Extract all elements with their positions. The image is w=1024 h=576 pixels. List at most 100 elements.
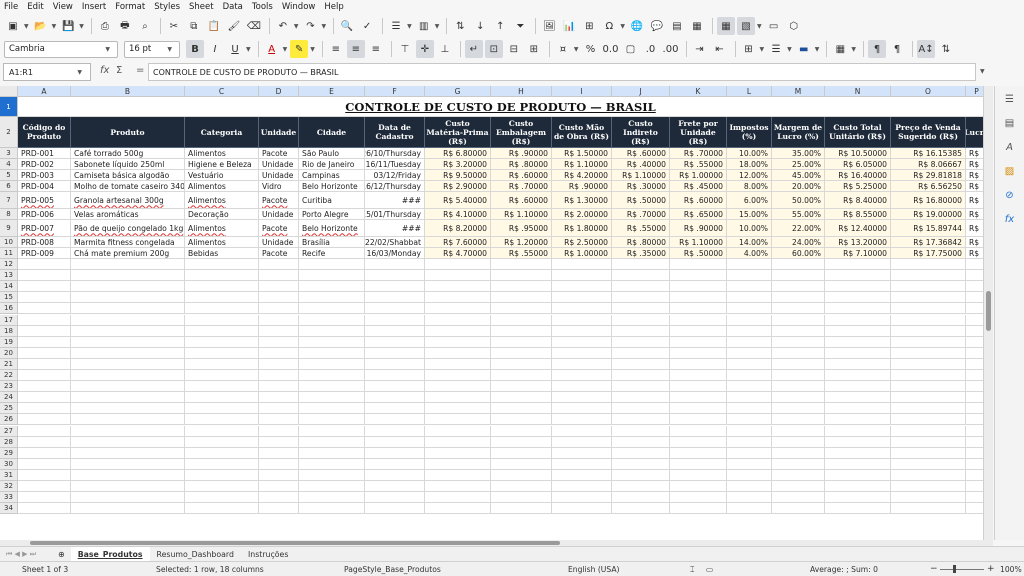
empty-cell[interactable] [491, 292, 552, 304]
column-title[interactable]: Custo Matéria-Prima (R$) [425, 117, 491, 148]
table-cell[interactable]: Granola artesanal 300g [71, 192, 185, 209]
table-cell[interactable]: 20.00% [772, 181, 825, 192]
align-left-icon[interactable]: ≡ [327, 40, 345, 58]
empty-cell[interactable] [552, 281, 612, 293]
table-cell[interactable]: R$ .55000 [612, 220, 670, 237]
empty-cell[interactable] [552, 347, 612, 359]
table-cell[interactable]: R$ 10.50000 [825, 148, 891, 159]
highlight-dropdown-icon[interactable]: ▼ [310, 46, 315, 53]
empty-cell[interactable] [259, 358, 299, 370]
table-cell[interactable]: Belo Horizonte [299, 181, 365, 192]
table-cell[interactable]: Rio de Janeiro [299, 159, 365, 170]
increase-indent-icon[interactable]: ⇥ [691, 40, 709, 58]
empty-cell[interactable] [727, 314, 772, 326]
table-cell[interactable]: R$ 19.00000 [891, 209, 966, 220]
empty-cell[interactable] [491, 481, 552, 493]
table-cell[interactable]: R$ 1.10000 [670, 237, 727, 248]
table-cell[interactable]: 6.00% [727, 192, 772, 209]
table-cell[interactable]: R$ 15.89744 [891, 220, 966, 237]
row-header[interactable]: 28 [0, 436, 18, 448]
empty-cell[interactable] [185, 447, 259, 459]
empty-cell[interactable] [425, 469, 491, 481]
empty-cell[interactable] [185, 325, 259, 337]
table-cell[interactable]: Pacote [259, 248, 299, 259]
table-cell[interactable]: R$ .45000 [670, 181, 727, 192]
table-cell[interactable]: R$ .50000 [670, 248, 727, 259]
empty-cell[interactable] [259, 469, 299, 481]
table-cell[interactable]: Sabonete líquido 250ml [71, 159, 185, 170]
table-cell[interactable]: Alimentos [185, 192, 259, 209]
empty-cell[interactable] [18, 281, 71, 293]
spreadsheet-grid[interactable]: CONTROLE DE CUSTO DE PRODUTO — BRASIL AB… [0, 86, 983, 540]
row-header[interactable]: 16 [0, 303, 18, 315]
empty-cell[interactable] [425, 270, 491, 282]
empty-cell[interactable] [891, 381, 966, 393]
empty-cell[interactable] [612, 370, 670, 382]
empty-cell[interactable] [670, 436, 727, 448]
empty-cell[interactable] [727, 392, 772, 404]
table-cell[interactable]: Campinas [299, 170, 365, 181]
empty-cell[interactable] [259, 503, 299, 515]
empty-cell[interactable] [552, 336, 612, 348]
empty-cell[interactable] [425, 347, 491, 359]
empty-cell[interactable] [552, 370, 612, 382]
empty-cell[interactable] [18, 314, 71, 326]
undo-dropdown-icon[interactable]: ▼ [294, 23, 299, 30]
empty-cell[interactable] [552, 292, 612, 304]
column-title[interactable]: Código do Produto [18, 117, 71, 148]
empty-cell[interactable] [727, 492, 772, 504]
merge-cells-icon[interactable]: ⊞ [525, 40, 543, 58]
empty-cell[interactable] [612, 458, 670, 470]
empty-cell[interactable] [365, 469, 425, 481]
empty-cell[interactable] [772, 370, 825, 382]
vertical-scrollbar[interactable] [983, 86, 993, 540]
table-cell[interactable]: 35.00% [772, 148, 825, 159]
empty-cell[interactable] [425, 292, 491, 304]
table-cell[interactable]: ### [365, 220, 425, 237]
empty-cell[interactable] [425, 447, 491, 459]
table-cell[interactable]: R$ 16.80000 [891, 192, 966, 209]
empty-cell[interactable] [966, 326, 983, 337]
empty-cell[interactable] [727, 259, 772, 271]
empty-cell[interactable] [299, 336, 365, 348]
empty-cell[interactable] [612, 358, 670, 370]
function-wizard-icon[interactable]: fx [100, 65, 109, 76]
empty-cell[interactable] [491, 381, 552, 393]
empty-cell[interactable] [259, 458, 299, 470]
table-cell[interactable]: R$ 9.50000 [425, 170, 491, 181]
empty-cell[interactable] [491, 458, 552, 470]
empty-cell[interactable] [825, 281, 891, 293]
row-header[interactable]: 22 [0, 370, 18, 382]
row-header[interactable]: 10 [0, 237, 18, 248]
table-cell[interactable]: R$ [966, 170, 983, 181]
table-cell[interactable]: 03/12/Friday [365, 170, 425, 181]
empty-cell[interactable] [71, 292, 185, 304]
freeze-rows-columns-icon[interactable]: ▦ [717, 17, 735, 35]
tab-resumo-dashboard[interactable]: Resumo_Dashboard [150, 547, 241, 562]
column-title[interactable]: Margem de Lucro (%) [772, 117, 825, 148]
column-icon[interactable]: ▥ [415, 17, 433, 35]
empty-cell[interactable] [18, 436, 71, 448]
open-folder-icon[interactable]: 📂 [32, 17, 50, 35]
empty-cell[interactable] [259, 292, 299, 304]
export-pdf-icon[interactable]: ⎙ [96, 17, 114, 35]
empty-cell[interactable] [825, 292, 891, 304]
find-replace-icon[interactable]: 🔍 [338, 17, 356, 35]
empty-cell[interactable] [18, 492, 71, 504]
empty-cell[interactable] [552, 425, 612, 437]
empty-cell[interactable] [365, 259, 425, 271]
empty-cell[interactable] [727, 481, 772, 493]
font-color-icon[interactable]: A [263, 40, 281, 58]
empty-cell[interactable] [670, 425, 727, 437]
redo-icon[interactable]: ↷ [302, 17, 320, 35]
empty-cell[interactable] [491, 303, 552, 315]
empty-cell[interactable] [425, 303, 491, 315]
horizontal-scroll-thumb[interactable] [30, 541, 560, 545]
empty-cell[interactable] [299, 458, 365, 470]
empty-cell[interactable] [259, 381, 299, 393]
empty-cell[interactable] [966, 414, 983, 426]
formula-input[interactable]: CONTROLE DE CUSTO DE PRODUTO — BRASIL [148, 63, 976, 81]
menu-styles[interactable]: Styles [154, 2, 180, 12]
table-cell[interactable]: 16/12/Thursday [365, 181, 425, 192]
empty-cell[interactable] [727, 303, 772, 315]
